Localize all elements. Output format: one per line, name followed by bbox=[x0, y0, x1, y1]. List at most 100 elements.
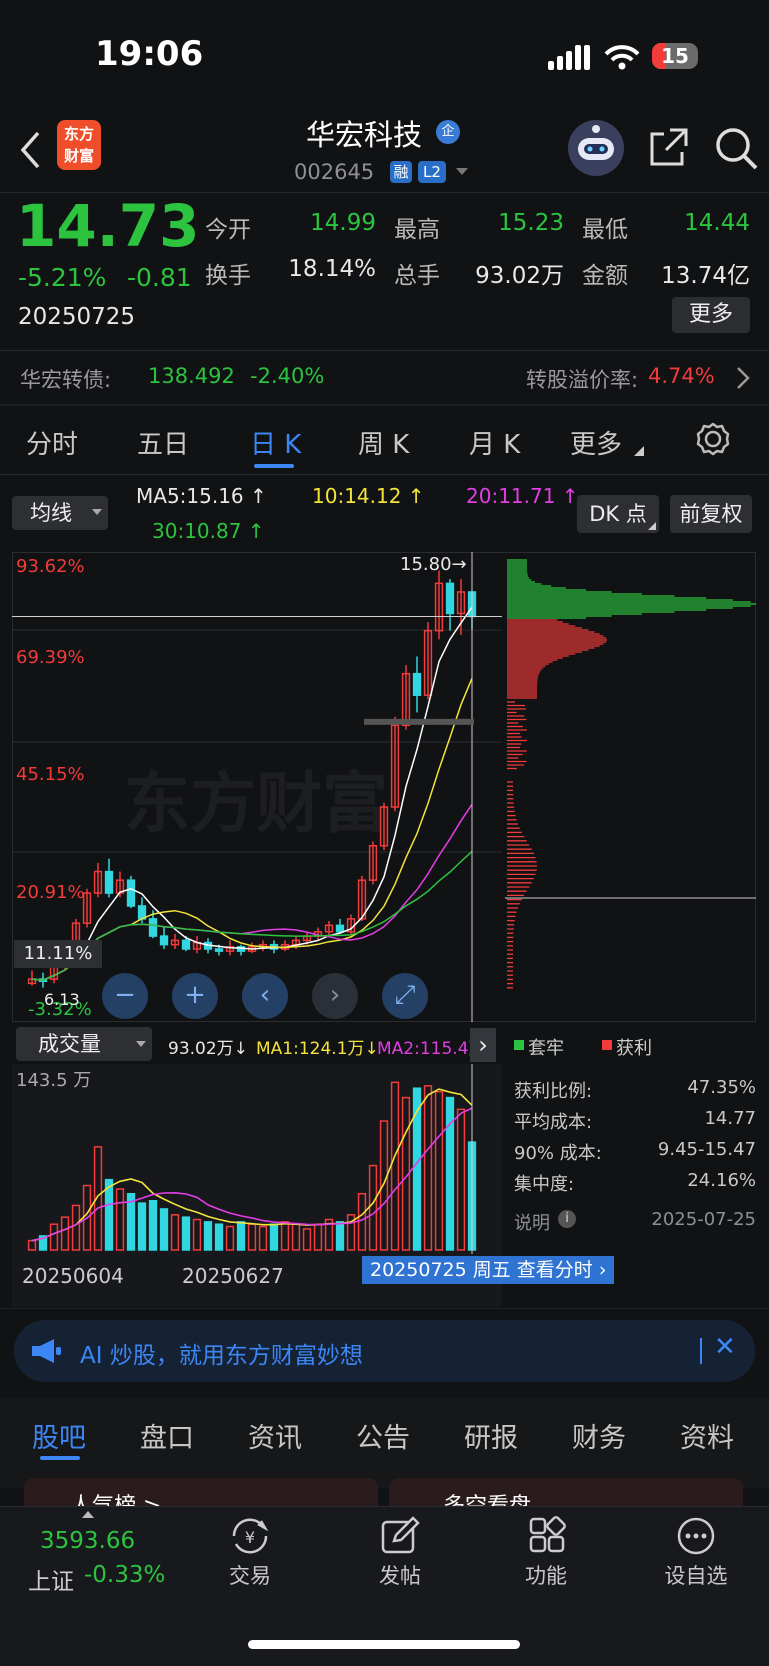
tab-guba[interactable]: 股吧 bbox=[32, 1416, 86, 1455]
candle-body bbox=[335, 924, 345, 933]
tab-daily-k[interactable]: 日 K bbox=[250, 424, 301, 461]
volume-chart[interactable] bbox=[12, 1064, 502, 1254]
expand-volume-arrow[interactable]: › bbox=[470, 1028, 496, 1062]
volume-bar bbox=[291, 1223, 301, 1251]
close-icon[interactable]: ✕ bbox=[714, 1332, 736, 1362]
popularity-card[interactable]: 人气榜 > bbox=[24, 1478, 378, 1508]
volume-bar bbox=[71, 1204, 81, 1251]
functions-icon[interactable] bbox=[528, 1516, 568, 1556]
dk-point-button[interactable]: DK 点 bbox=[577, 495, 659, 533]
compose-post-icon[interactable] bbox=[380, 1516, 420, 1556]
back-arrow-icon[interactable] bbox=[18, 130, 42, 170]
low-value: 14.44 bbox=[684, 210, 750, 236]
caret-down-icon[interactable] bbox=[456, 168, 468, 176]
pan-right-button[interactable]: › bbox=[312, 973, 358, 1019]
index-change[interactable]: -0.33% bbox=[84, 1562, 165, 1588]
min-price-marker: 6.13 bbox=[44, 990, 80, 1009]
volume-ma1: MA1:124.1万↓ bbox=[256, 1039, 379, 1059]
price-band bbox=[364, 718, 474, 725]
date-tooltip-view-intraday[interactable]: 20250725 周五 查看分时 › bbox=[362, 1256, 615, 1284]
active-tab-indicator bbox=[40, 1456, 80, 1460]
ma5-value: MA5:15.16 ↑ bbox=[136, 484, 267, 508]
tab-profile[interactable]: 资料 bbox=[680, 1416, 734, 1455]
tab-more[interactable]: 更多 bbox=[570, 424, 622, 461]
volume-bar bbox=[115, 1188, 125, 1251]
volume-bar bbox=[60, 1216, 70, 1251]
cost-90-value: 9.45-15.47 bbox=[657, 1139, 756, 1160]
share-icon[interactable] bbox=[648, 126, 690, 168]
indicator-select[interactable]: 成交量 bbox=[16, 1027, 152, 1061]
more-dots-icon[interactable] bbox=[676, 1516, 716, 1556]
candle-body bbox=[412, 672, 422, 696]
stock-code: 002645 bbox=[294, 160, 375, 184]
volume-value: 93.02万↓ bbox=[168, 1039, 248, 1059]
ai-promo-text[interactable]: AI 炒股，就用东方财富妙想 bbox=[80, 1336, 363, 1370]
nav-post[interactable]: 发帖 bbox=[372, 1560, 428, 1590]
cost-90-label: 90% 成本: bbox=[514, 1143, 602, 1164]
tab-announcements[interactable]: 公告 bbox=[356, 1416, 410, 1455]
x-axis-label: 20250604 bbox=[22, 1264, 124, 1288]
ma10-value: 10:14.12 ↑ bbox=[312, 484, 425, 508]
search-icon[interactable] bbox=[714, 126, 758, 170]
zoom-out-button[interactable]: − bbox=[102, 973, 148, 1019]
tab-pankou[interactable]: 盘口 bbox=[140, 1416, 194, 1455]
tab-weekly-k[interactable]: 周 K bbox=[358, 424, 409, 461]
stock-name: 华宏科技 bbox=[306, 118, 423, 152]
bull-bear-card[interactable]: 多空看盘 bbox=[389, 1478, 743, 1508]
avg-cost-label: 平均成本: bbox=[514, 1112, 593, 1133]
tab-research[interactable]: 研报 bbox=[464, 1416, 518, 1455]
chevron-right-icon[interactable] bbox=[736, 366, 750, 390]
volume-bar bbox=[269, 1223, 279, 1251]
volume-bar bbox=[49, 1223, 59, 1251]
volume-label: 总手 bbox=[394, 263, 440, 289]
index-value[interactable]: 3593.66 bbox=[40, 1528, 135, 1554]
convertible-bond-label[interactable]: 华宏转债: bbox=[20, 364, 111, 394]
concentration-label: 集中度: bbox=[514, 1174, 575, 1195]
low-label: 最低 bbox=[582, 217, 628, 243]
volume-bar bbox=[214, 1223, 224, 1251]
divider bbox=[0, 350, 769, 351]
volume-bar bbox=[258, 1225, 268, 1251]
home-indicator bbox=[248, 1640, 520, 1649]
zoom-in-button[interactable]: + bbox=[172, 973, 218, 1019]
conversion-premium-label: 转股溢价率: bbox=[526, 368, 639, 392]
separator bbox=[700, 1338, 702, 1364]
note-date: 2025-07-25 bbox=[651, 1209, 756, 1230]
nav-functions[interactable]: 功能 bbox=[518, 1560, 574, 1590]
info-icon[interactable]: i bbox=[558, 1210, 576, 1228]
tab-five-day[interactable]: 五日 bbox=[137, 424, 189, 461]
settings-gear-icon[interactable] bbox=[696, 422, 730, 456]
index-name[interactable]: 上证 bbox=[28, 1562, 74, 1596]
caret-up-icon[interactable] bbox=[82, 1510, 94, 1518]
robot-assistant-icon[interactable] bbox=[566, 118, 626, 176]
volume-ma2-line bbox=[31, 1107, 473, 1242]
y-axis-label: 93.62% bbox=[16, 556, 85, 577]
note-label[interactable]: 说明 bbox=[514, 1209, 550, 1235]
trade-icon[interactable]: ¥ bbox=[228, 1516, 272, 1556]
nav-trade[interactable]: 交易 bbox=[222, 1560, 278, 1590]
volume-bar bbox=[181, 1216, 191, 1251]
more-quote-button[interactable]: 更多 bbox=[672, 297, 750, 333]
quote-date: 20250725 bbox=[18, 304, 136, 330]
enterprise-badge: 企 bbox=[436, 120, 460, 144]
cellular-signal-icon bbox=[548, 45, 590, 70]
caret-down-icon bbox=[92, 509, 102, 515]
max-price-marker: 15.80→ bbox=[400, 554, 467, 575]
volume-bar bbox=[379, 1120, 389, 1251]
volume-max-label: 143.5 万 bbox=[16, 1070, 92, 1091]
convertible-bond-change: -2.40% bbox=[250, 364, 325, 388]
ma30-value: 30:10.87 ↑ bbox=[152, 519, 265, 543]
adjust-mode-button[interactable]: 前复权 bbox=[670, 495, 752, 533]
nav-add-watchlist[interactable]: 设自选 bbox=[656, 1560, 736, 1590]
legend-trapped: 套牢 bbox=[528, 1038, 564, 1059]
tab-monthly-k[interactable]: 月 K bbox=[469, 424, 520, 461]
fullscreen-button[interactable]: ⤢ bbox=[382, 973, 428, 1019]
volume-bar bbox=[203, 1221, 213, 1251]
tab-intraday[interactable]: 分时 bbox=[26, 424, 78, 461]
corner-icon bbox=[648, 522, 656, 530]
tab-news[interactable]: 资讯 bbox=[248, 1416, 302, 1455]
pan-left-button[interactable]: ‹ bbox=[242, 973, 288, 1019]
tab-finance[interactable]: 财务 bbox=[572, 1416, 626, 1455]
ma20-value: 20:11.71 ↑ bbox=[466, 484, 579, 508]
volume-bar bbox=[192, 1218, 202, 1251]
